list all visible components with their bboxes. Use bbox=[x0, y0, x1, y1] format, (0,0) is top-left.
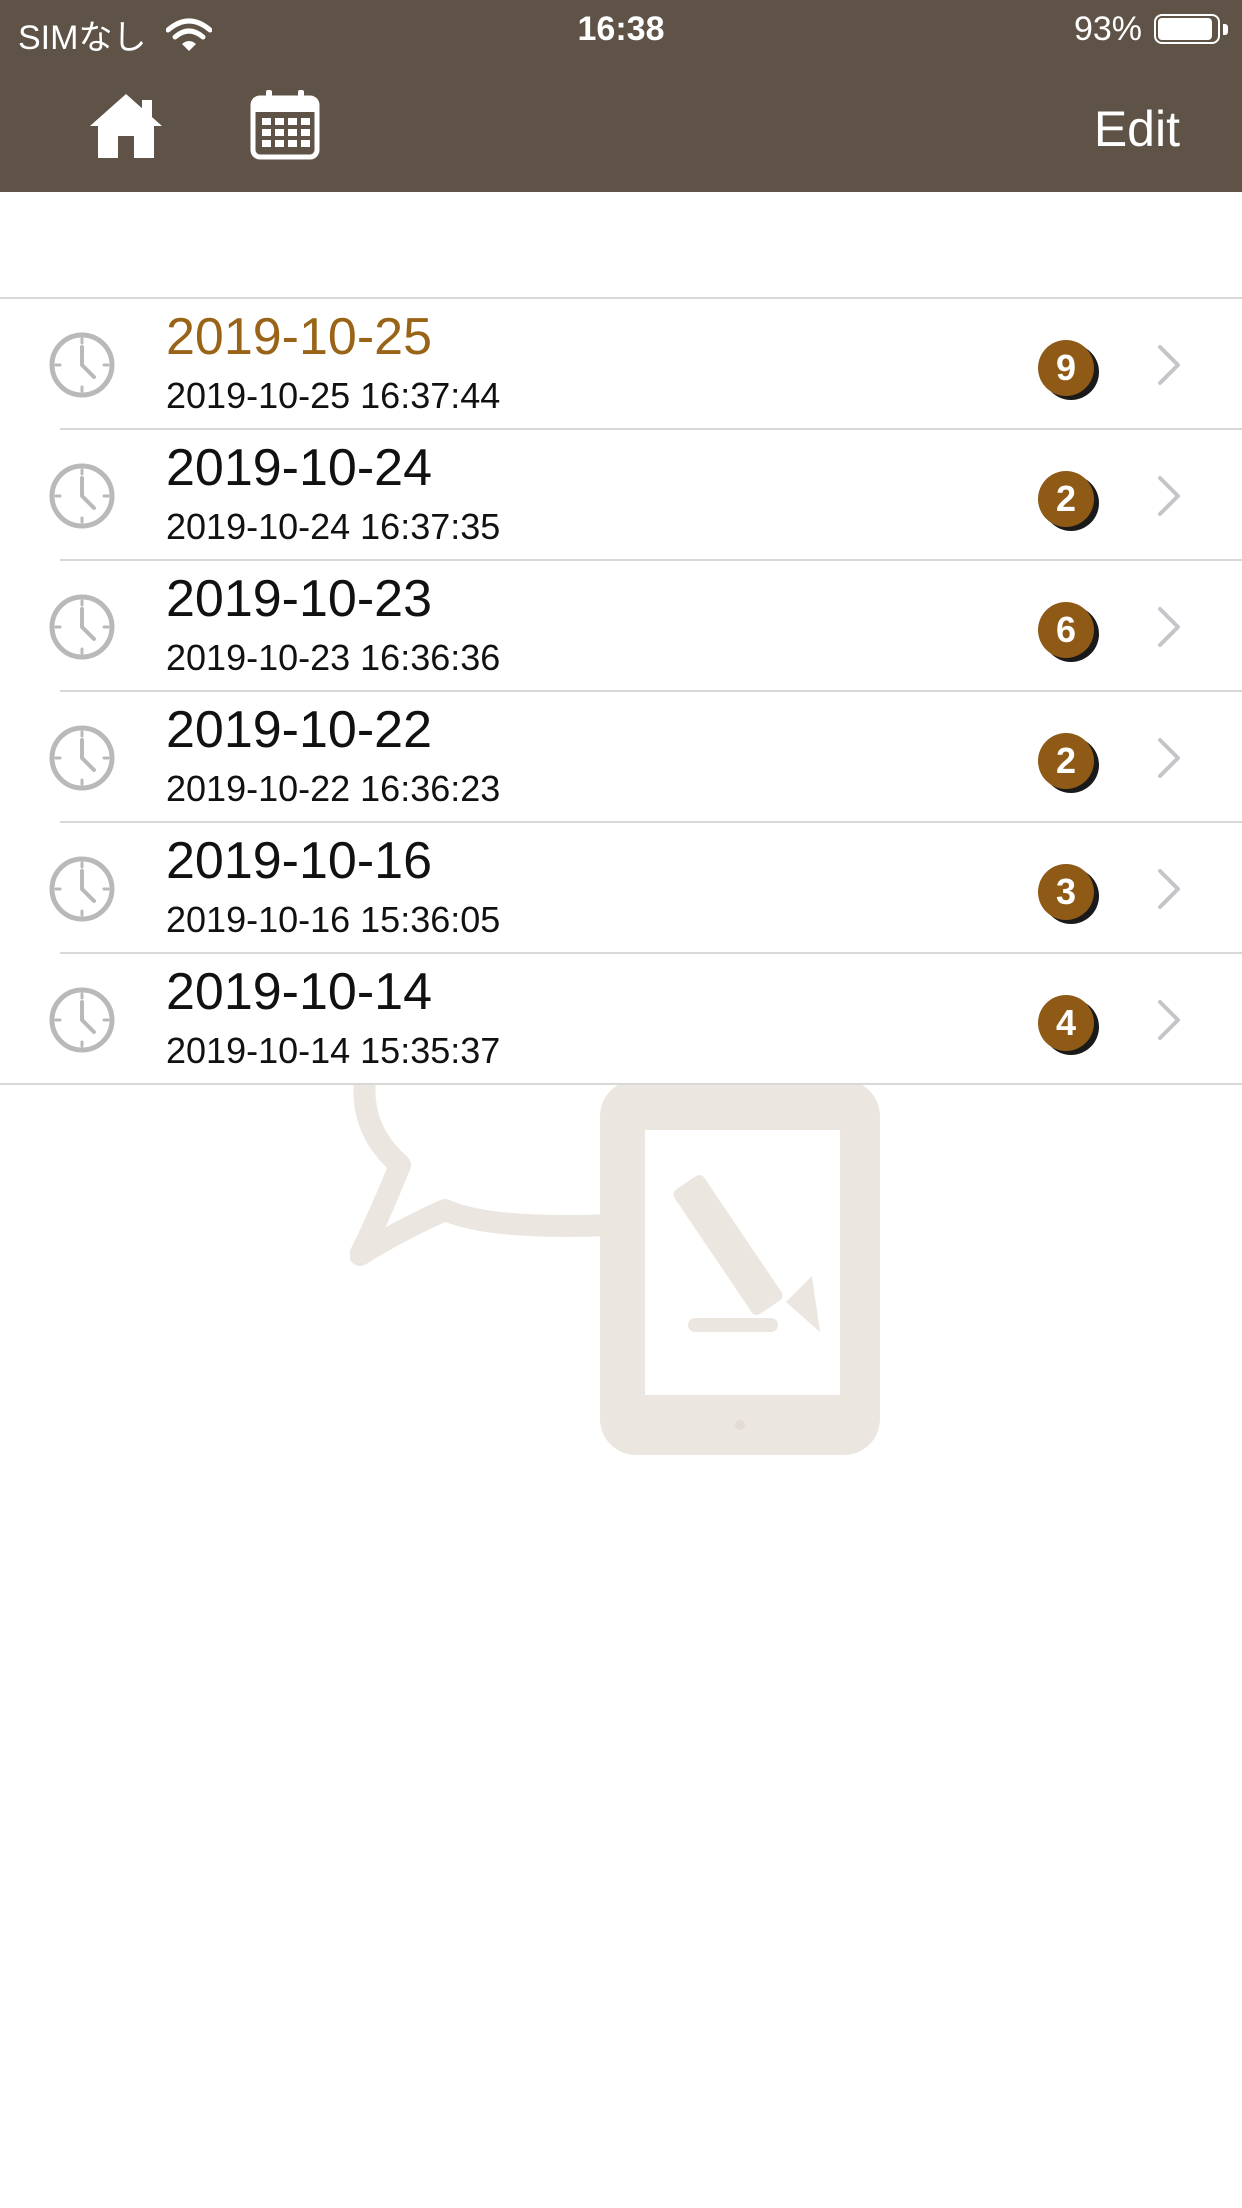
battery-percent: 93% bbox=[1073, 10, 1142, 48]
status-time: 16:38 bbox=[577, 10, 665, 48]
list-item[interactable]: 2019-10-14 2019-10-14 15:35:37 4 bbox=[0, 954, 1242, 1085]
nav-bar: Edit bbox=[0, 60, 1242, 192]
entry-timestamp: 2019-10-22 16:36:23 bbox=[166, 768, 501, 809]
chevron-right-icon bbox=[1158, 738, 1180, 778]
entry-title: 2019-10-23 bbox=[166, 570, 432, 628]
count-badge: 9 bbox=[1038, 340, 1094, 396]
entry-timestamp: 2019-10-16 15:36:05 bbox=[166, 899, 501, 940]
clock-icon bbox=[49, 594, 115, 660]
clock-icon bbox=[49, 987, 115, 1053]
status-battery-group: 93% bbox=[1074, 10, 1230, 49]
top-bar: SIMなし 16:38 93% Edit bbox=[0, 0, 1242, 192]
list-item[interactable]: 2019-10-25 2019-10-25 16:37:44 9 bbox=[0, 299, 1242, 430]
count-badge: 4 bbox=[1038, 995, 1094, 1051]
count-badge: 2 bbox=[1038, 471, 1094, 527]
list-item[interactable]: 2019-10-23 2019-10-23 16:36:36 6 bbox=[0, 561, 1242, 692]
edit-button[interactable]: Edit bbox=[1094, 100, 1180, 158]
chevron-right-icon bbox=[1158, 1000, 1180, 1040]
count-badge: 6 bbox=[1038, 602, 1094, 658]
list-item[interactable]: 2019-10-16 2019-10-16 15:36:05 3 bbox=[0, 823, 1242, 954]
home-icon[interactable] bbox=[88, 90, 164, 160]
entry-title: 2019-10-22 bbox=[166, 701, 432, 759]
entry-title: 2019-10-25 bbox=[166, 308, 432, 366]
entry-title: 2019-10-24 bbox=[166, 439, 432, 497]
entry-timestamp: 2019-10-25 16:37:44 bbox=[166, 375, 501, 416]
list-item[interactable]: 2019-10-24 2019-10-24 16:37:35 2 bbox=[0, 430, 1242, 561]
clock-icon bbox=[49, 332, 115, 398]
count-badge: 3 bbox=[1038, 864, 1094, 920]
screen: SIMなし 16:38 93% Edit 2019-10-25 2019-10-… bbox=[0, 0, 1242, 2208]
entry-timestamp: 2019-10-23 16:36:36 bbox=[166, 637, 501, 678]
chevron-right-icon bbox=[1158, 607, 1180, 647]
battery-icon bbox=[1154, 13, 1230, 46]
status-bar: SIMなし 16:38 93% bbox=[0, 0, 1242, 60]
chevron-right-icon bbox=[1158, 869, 1180, 909]
chevron-right-icon bbox=[1158, 476, 1180, 516]
memo-watermark-illustration bbox=[350, 1080, 880, 1455]
clock-icon bbox=[49, 463, 115, 529]
entry-title: 2019-10-16 bbox=[166, 832, 432, 890]
calendar-icon[interactable] bbox=[250, 88, 320, 160]
entry-timestamp: 2019-10-24 16:37:35 bbox=[166, 506, 501, 547]
count-badge: 2 bbox=[1038, 733, 1094, 789]
entry-list: 2019-10-25 2019-10-25 16:37:44 9 2019-10… bbox=[0, 297, 1242, 1085]
clock-icon bbox=[49, 725, 115, 791]
chevron-right-icon bbox=[1158, 345, 1180, 385]
clock-icon bbox=[49, 856, 115, 922]
entry-title: 2019-10-14 bbox=[166, 963, 432, 1021]
row-separator bbox=[0, 1083, 1242, 1085]
entry-timestamp: 2019-10-14 15:35:37 bbox=[166, 1030, 501, 1071]
list-item[interactable]: 2019-10-22 2019-10-22 16:36:23 2 bbox=[0, 692, 1242, 823]
